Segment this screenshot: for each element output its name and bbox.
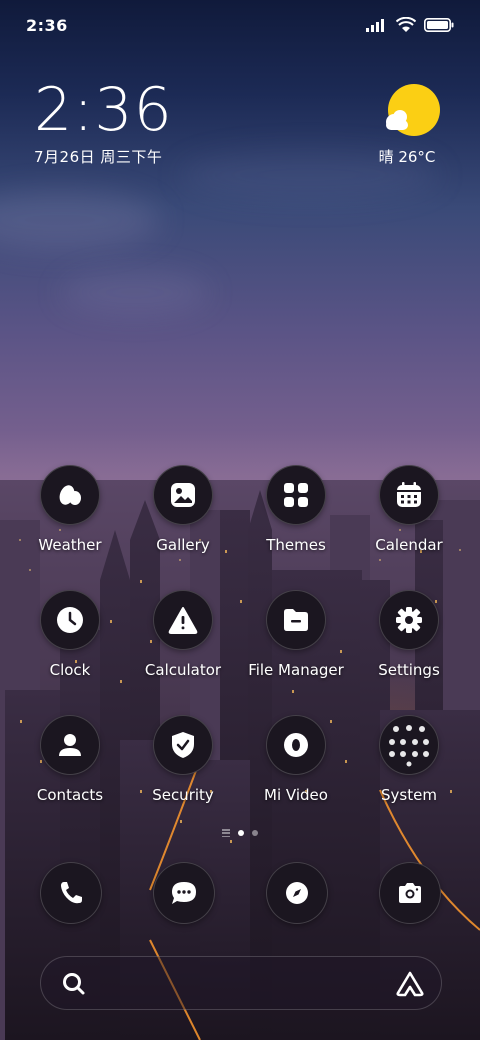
app-label: File Manager bbox=[248, 661, 344, 679]
app-calendar[interactable]: Calendar bbox=[349, 465, 469, 554]
app-label: Calculator bbox=[144, 661, 222, 679]
app-gallery[interactable]: Gallery bbox=[123, 465, 243, 554]
app-label: Mi Video bbox=[264, 786, 328, 804]
status-icons bbox=[366, 17, 454, 33]
dock-camera[interactable] bbox=[379, 862, 441, 924]
app-clock[interactable]: Clock bbox=[10, 590, 130, 679]
app-label: Calendar bbox=[375, 536, 443, 554]
dock-browser[interactable] bbox=[266, 862, 328, 924]
assistant-icon[interactable] bbox=[395, 970, 425, 998]
page-indicator[interactable] bbox=[0, 829, 480, 837]
app-label: Clock bbox=[49, 661, 91, 679]
folder-icon bbox=[379, 715, 439, 775]
app-label: Settings bbox=[378, 661, 440, 679]
search-icon[interactable] bbox=[61, 971, 87, 997]
app-calculator[interactable]: Calculator bbox=[123, 590, 243, 679]
clock-time: 2:36 bbox=[34, 75, 173, 145]
dock-messages[interactable] bbox=[153, 862, 215, 924]
app-label: System bbox=[381, 786, 437, 804]
app-contacts[interactable]: Contacts bbox=[10, 715, 130, 804]
search-bar[interactable] bbox=[40, 956, 442, 1010]
clock-widget[interactable]: 2:36 7月26日 周三下午 bbox=[34, 76, 173, 167]
app-themes[interactable]: Themes bbox=[236, 465, 356, 554]
app-label: Gallery bbox=[156, 536, 210, 554]
browser-icon bbox=[266, 862, 328, 924]
sunny-cloud-icon bbox=[384, 82, 444, 138]
battery-icon bbox=[424, 18, 454, 32]
app-weather[interactable]: Weather bbox=[10, 465, 130, 554]
contacts-icon bbox=[40, 715, 100, 775]
folder-system[interactable]: System bbox=[349, 715, 469, 804]
app-mi-video[interactable]: Mi Video bbox=[236, 715, 356, 804]
status-time: 2:36 bbox=[26, 15, 68, 35]
gallery-icon bbox=[153, 465, 213, 525]
mi-video-icon bbox=[266, 715, 326, 775]
settings-icon bbox=[379, 590, 439, 650]
app-label: Contacts bbox=[36, 786, 104, 804]
page-list-icon bbox=[222, 829, 230, 837]
weather-widget[interactable]: 晴 26°C bbox=[379, 82, 444, 167]
phone-icon bbox=[40, 862, 102, 924]
signal-icon bbox=[366, 19, 384, 32]
app-label: Weather bbox=[38, 536, 102, 554]
app-file-manager[interactable]: File Manager bbox=[236, 590, 356, 679]
page-dot bbox=[252, 830, 258, 836]
calculator-icon bbox=[153, 590, 213, 650]
app-settings[interactable]: Settings bbox=[349, 590, 469, 679]
wifi-icon bbox=[396, 17, 416, 32]
messages-icon bbox=[153, 862, 215, 924]
themes-icon bbox=[266, 465, 326, 525]
file-manager-icon bbox=[266, 590, 326, 650]
app-label: Themes bbox=[266, 536, 326, 554]
clock-icon bbox=[40, 590, 100, 650]
status-bar: 2:36 bbox=[0, 0, 480, 50]
app-label: Security bbox=[152, 786, 214, 804]
security-icon bbox=[153, 715, 213, 775]
clock-date: 7月26日 周三下午 bbox=[34, 148, 163, 166]
app-security[interactable]: Security bbox=[123, 715, 243, 804]
dock-phone[interactable] bbox=[40, 862, 102, 924]
weather-icon bbox=[40, 465, 100, 525]
page-dot-active bbox=[238, 830, 244, 836]
camera-icon bbox=[379, 862, 441, 924]
calendar-icon bbox=[379, 465, 439, 525]
weather-text: 晴 26°C bbox=[378, 148, 436, 166]
